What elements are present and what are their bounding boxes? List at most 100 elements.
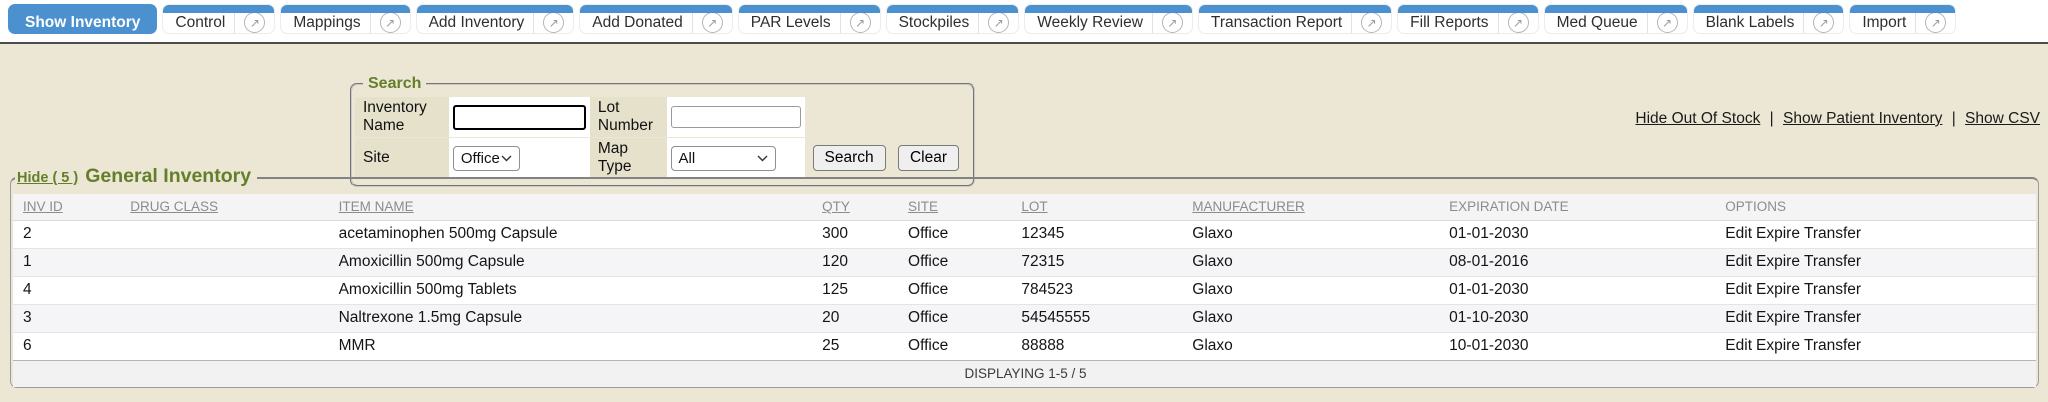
toolbar-tab[interactable]: Add Inventory ↗ [416, 4, 575, 34]
links-separator: | [1770, 110, 1774, 127]
inventory-name-input[interactable] [453, 105, 586, 130]
drug-class-cell [122, 276, 330, 304]
tab-accent-cap [1025, 5, 1192, 13]
open-external-icon[interactable]: ↗ [1657, 12, 1678, 33]
open-external-icon[interactable]: ↗ [1925, 12, 1946, 33]
sort-link[interactable]: ITEM NAME [339, 199, 414, 214]
hide-out-of-stock-link[interactable]: Hide Out Of Stock [1635, 110, 1760, 127]
site-cell: Office [900, 248, 1013, 276]
qty-cell: 20 [814, 304, 900, 332]
column-header: INV ID [13, 194, 122, 220]
tab-label: Control [175, 14, 225, 32]
sort-link[interactable]: LOT [1021, 199, 1047, 214]
toolbar-tab[interactable]: Mappings ↗ [280, 4, 410, 34]
open-external-icon[interactable]: ↗ [543, 12, 564, 33]
tab-accent-cap [1398, 5, 1537, 13]
open-external-icon[interactable]: ↗ [702, 12, 723, 33]
toolbar-tab[interactable]: Show Inventory [8, 4, 157, 34]
tab-label: Add Inventory [429, 14, 525, 32]
inv-id-cell: 3 [13, 304, 122, 332]
search-legend: Search [363, 75, 426, 93]
transfer-link[interactable]: Transfer [1804, 309, 1861, 326]
transfer-link[interactable]: Transfer [1804, 281, 1861, 298]
lot-number-input[interactable] [671, 106, 801, 128]
sort-link[interactable]: MANUFACTURER [1192, 199, 1305, 214]
paging-status: DISPLAYING 1-5 / 5 [13, 360, 2036, 387]
item-name-cell: Amoxicillin 500mg Capsule [331, 248, 814, 276]
edit-link[interactable]: Edit [1725, 225, 1752, 242]
show-patient-inventory-link[interactable]: Show Patient Inventory [1783, 110, 1942, 127]
edit-link[interactable]: Edit [1725, 281, 1752, 298]
tab-label: PAR Levels [751, 14, 831, 32]
site-cell: Office [900, 304, 1013, 332]
open-external-icon[interactable]: ↗ [1162, 12, 1183, 33]
site-cell: Office [900, 220, 1013, 248]
expire-link[interactable]: Expire [1756, 225, 1800, 242]
tab-accent-cap [887, 5, 1019, 13]
tab-accent-cap [163, 5, 274, 13]
sort-link[interactable]: DRUG CLASS [130, 199, 218, 214]
tab-ext-wrap: ↗ [692, 12, 723, 33]
toolbar-tab[interactable]: Stockpiles ↗ [886, 4, 1020, 34]
sort-link[interactable]: INV ID [23, 199, 63, 214]
tab-accent-cap [1199, 5, 1391, 13]
tab-label: Add Donated [592, 14, 683, 32]
item-name-cell: Amoxicillin 500mg Tablets [331, 276, 814, 304]
transfer-link[interactable]: Transfer [1804, 225, 1861, 242]
toolbar-tab[interactable]: Med Queue ↗ [1544, 4, 1688, 34]
tab-ext-wrap: ↗ [1803, 12, 1834, 33]
toolbar-tab[interactable]: Import ↗ [1849, 4, 1956, 34]
column-header: EXPIRATION DATE [1441, 194, 1717, 220]
column-header: LOT [1013, 194, 1184, 220]
tab-ext-wrap: ↗ [234, 12, 265, 33]
item-name-cell: Naltrexone 1.5mg Capsule [331, 304, 814, 332]
toolbar-tab[interactable]: Weekly Review ↗ [1024, 4, 1193, 34]
sort-link[interactable]: QTY [822, 199, 850, 214]
transfer-link[interactable]: Transfer [1804, 253, 1861, 270]
lot-cell: 54545555 [1013, 304, 1184, 332]
qty-cell: 125 [814, 276, 900, 304]
hide-count-link[interactable]: Hide ( 5 ) [17, 170, 78, 186]
open-external-icon[interactable]: ↗ [244, 12, 265, 33]
expire-link[interactable]: Expire [1756, 337, 1800, 354]
edit-link[interactable]: Edit [1725, 253, 1752, 270]
general-inventory-legend: Hide ( 5 ) General Inventory [15, 164, 257, 191]
expiration-date-cell: 01-10-2030 [1441, 304, 1717, 332]
tab-ext-wrap: ↗ [1647, 12, 1678, 33]
toolbar-tab[interactable]: Fill Reports ↗ [1397, 4, 1538, 34]
tab-label: Stockpiles [899, 14, 970, 32]
expire-link[interactable]: Expire [1756, 281, 1800, 298]
chevron-down-icon [501, 155, 512, 162]
open-external-icon[interactable]: ↗ [988, 12, 1009, 33]
edit-link[interactable]: Edit [1725, 337, 1752, 354]
drug-class-cell [122, 248, 330, 276]
toolbar-tab[interactable]: Blank Labels ↗ [1693, 4, 1845, 34]
open-external-icon[interactable]: ↗ [380, 12, 401, 33]
edit-link[interactable]: Edit [1725, 309, 1752, 326]
drug-class-cell [122, 332, 330, 360]
sort-link[interactable]: SITE [908, 199, 938, 214]
transfer-link[interactable]: Transfer [1804, 337, 1861, 354]
inv-id-cell: 4 [13, 276, 122, 304]
toolbar-tab[interactable]: Control ↗ [162, 4, 275, 34]
expire-link[interactable]: Expire [1756, 309, 1800, 326]
open-external-icon[interactable]: ↗ [1813, 12, 1834, 33]
table-row: 3 Naltrexone 1.5mg Capsule20Office5454555… [13, 304, 2036, 332]
options-cell: EditExpireTransfer [1717, 304, 2036, 332]
table-row: 4Amoxicillin 500mg Tablets125Office78452… [13, 276, 2036, 304]
toolbar-tab[interactable]: Transaction Report ↗ [1198, 4, 1392, 34]
show-csv-link[interactable]: Show CSV [1965, 110, 2040, 127]
open-external-icon[interactable]: ↗ [850, 12, 871, 33]
column-header: OPTIONS [1717, 194, 2036, 220]
toolbar-tab[interactable]: Add Donated ↗ [579, 4, 733, 34]
tab-label: Blank Labels [1706, 14, 1795, 32]
open-external-icon[interactable]: ↗ [1508, 12, 1529, 33]
toolbar-tab[interactable]: PAR Levels ↗ [738, 4, 881, 34]
manufacturer-cell: Glaxo [1184, 332, 1441, 360]
open-external-icon[interactable]: ↗ [1361, 12, 1382, 33]
section-title: General Inventory [85, 165, 251, 187]
top-toolbar: Show Inventory Control ↗ Mappings ↗ Add … [0, 0, 2048, 44]
expire-link[interactable]: Expire [1756, 253, 1800, 270]
manufacturer-cell: Glaxo [1184, 304, 1441, 332]
manufacturer-cell: Glaxo [1184, 276, 1441, 304]
